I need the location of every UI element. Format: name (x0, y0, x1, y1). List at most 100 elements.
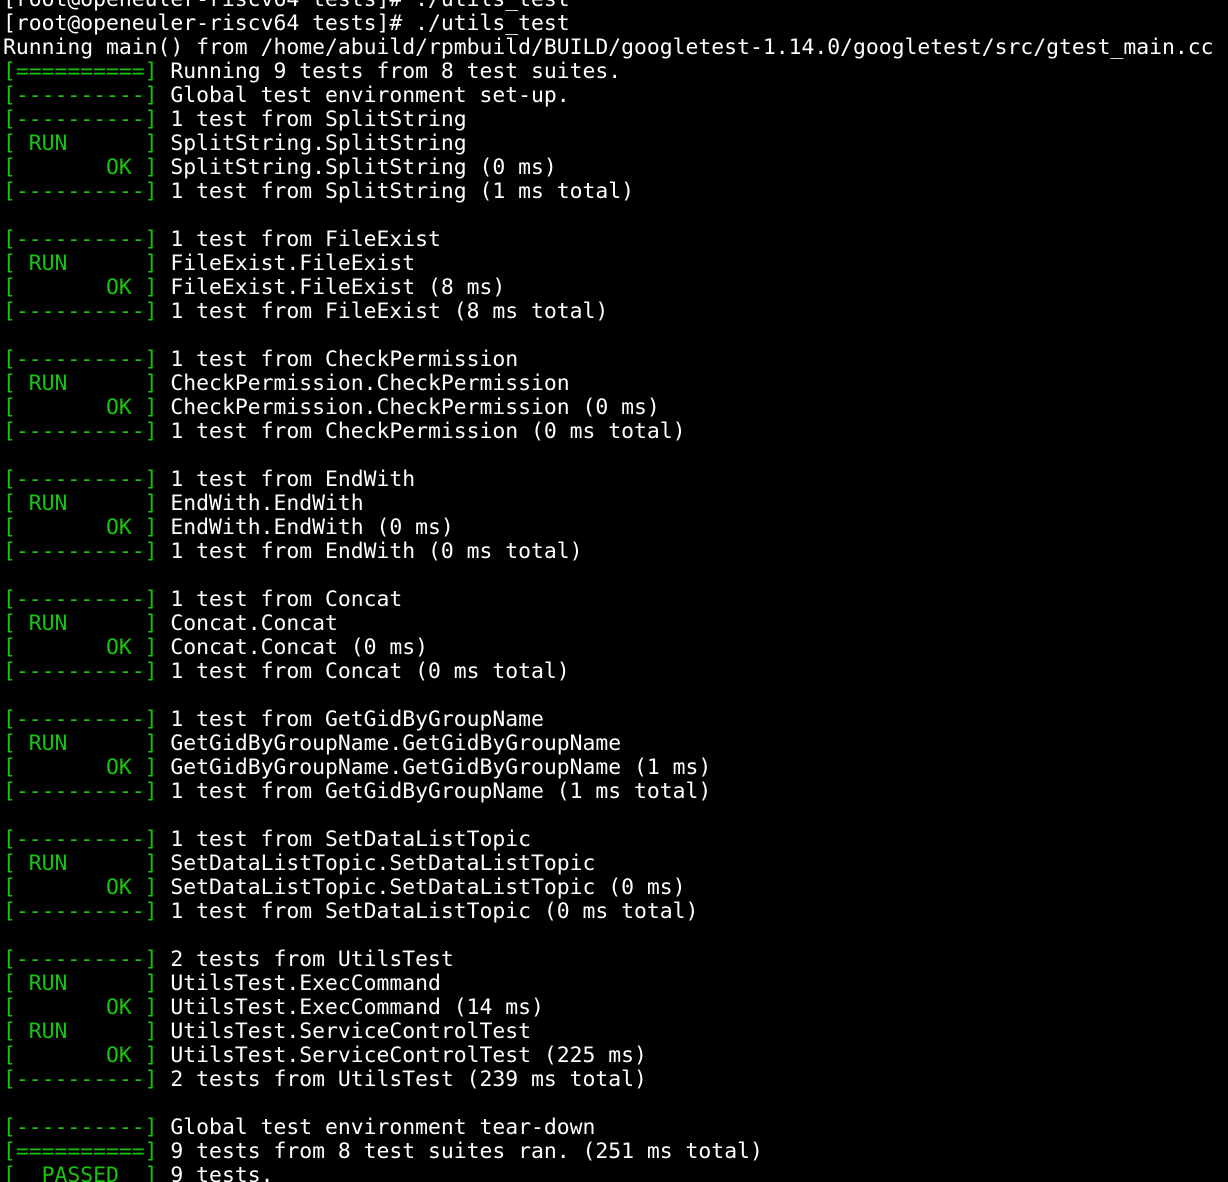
gtest-output-line: [----------] 2 tests from UtilsTest (3, 948, 1228, 972)
gtest-status-tag: [----------] (3, 108, 158, 132)
gtest-output-line: [----------] 1 test from EndWith (0 ms t… (3, 540, 1228, 564)
gtest-message: SetDataListTopic.SetDataListTopic (0 ms) (157, 876, 686, 900)
gtest-output-line: [----------] 1 test from FileExist (3, 228, 1228, 252)
gtest-output-line: [ RUN ] GetGidByGroupName.GetGidByGroupN… (3, 732, 1228, 756)
gtest-status-tag: [ RUN ] (3, 1020, 158, 1044)
gtest-status-tag: [==========] (3, 60, 158, 84)
gtest-output-line: [==========] 9 tests from 8 test suites … (3, 1140, 1228, 1164)
gtest-output-line: [ OK ] SplitString.SplitString (0 ms) (3, 156, 1228, 180)
gtest-output-line: [----------] 1 test from CheckPermission… (3, 420, 1228, 444)
gtest-message: FileExist.FileExist (8 ms) (157, 276, 506, 300)
gtest-output-line: [ PASSED ] 9 tests. (3, 1164, 1228, 1182)
gtest-output-line: [----------] 1 test from Concat (3, 588, 1228, 612)
gtest-message: GetGidByGroupName.GetGidByGroupName (157, 732, 622, 756)
gtest-message: 1 test from Concat (0 ms total) (157, 660, 570, 684)
gtest-output-line: [ RUN ] SetDataListTopic.SetDataListTopi… (3, 852, 1228, 876)
gtest-message: Global test environment tear-down (157, 1116, 596, 1140)
gtest-status-tag: [ RUN ] (3, 492, 158, 516)
gtest-message: FileExist.FileExist (157, 252, 416, 276)
gtest-status-tag: [ OK ] (3, 1044, 158, 1068)
gtest-status-tag: [----------] (3, 900, 158, 924)
gtest-output-line: [----------] 1 test from SplitString (1 … (3, 180, 1228, 204)
gtest-message: 1 test from SetDataListTopic (0 ms total… (157, 900, 699, 924)
gtest-status-tag: [----------] (3, 828, 158, 852)
gtest-message: UtilsTest.ServiceControlTest (225 ms) (157, 1044, 647, 1068)
gtest-status-tag: [ OK ] (3, 396, 158, 420)
gtest-status-tag: [ OK ] (3, 516, 158, 540)
gtest-message: 1 test from GetGidByGroupName (157, 708, 544, 732)
gtest-output-line: [ OK ] SetDataListTopic.SetDataListTopic… (3, 876, 1228, 900)
gtest-status-tag: [----------] (3, 468, 158, 492)
gtest-status-tag: [----------] (3, 420, 158, 444)
gtest-output-line: [ OK ] CheckPermission.CheckPermission (… (3, 396, 1228, 420)
running-main-line: Running main() from /home/abuild/rpmbuil… (3, 36, 1214, 60)
gtest-message: 1 test from SetDataListTopic (157, 828, 532, 852)
gtest-output-line: [ RUN ] UtilsTest.ExecCommand (3, 972, 1228, 996)
gtest-status-tag: [----------] (3, 660, 158, 684)
gtest-output-line: [----------] 1 test from SetDataListTopi… (3, 900, 1228, 924)
gtest-message: 1 test from EndWith (0 ms total) (157, 540, 583, 564)
gtest-output-line: [----------] 1 test from GetGidByGroupNa… (3, 708, 1228, 732)
gtest-status-tag: [----------] (3, 540, 158, 564)
gtest-status-tag: [----------] (3, 84, 158, 108)
gtest-output-line: [----------] 1 test from CheckPermission (3, 348, 1228, 372)
gtest-output-line: [----------] 1 test from EndWith (3, 468, 1228, 492)
gtest-output-line: [ RUN ] UtilsTest.ServiceControlTest (3, 1020, 1228, 1044)
gtest-status-tag: [----------] (3, 1068, 158, 1092)
gtest-status-tag: [ RUN ] (3, 852, 158, 876)
gtest-status-tag: [----------] (3, 780, 158, 804)
gtest-output-line: [----------] 1 test from GetGidByGroupNa… (3, 780, 1228, 804)
gtest-output-line: [ OK ] FileExist.FileExist (8 ms) (3, 276, 1228, 300)
terminal-window[interactable]: [root@openeuler-riscv64 tests]# ./utils_… (3, 0, 1228, 1182)
gtest-output-line: [ RUN ] SplitString.SplitString (3, 132, 1228, 156)
gtest-message: 1 test from SplitString (1 ms total) (157, 180, 635, 204)
gtest-message: UtilsTest.ServiceControlTest (157, 1020, 532, 1044)
gtest-status-tag: [----------] (3, 588, 158, 612)
gtest-output-line: [----------] 1 test from Concat (0 ms to… (3, 660, 1228, 684)
gtest-message: Running 9 tests from 8 test suites. (157, 60, 622, 84)
gtest-message: GetGidByGroupName.GetGidByGroupName (1 m… (157, 756, 712, 780)
test-output: [==========] Running 9 tests from 8 test… (3, 60, 1228, 1182)
gtest-message: Global test environment set-up. (157, 84, 570, 108)
gtest-message: SetDataListTopic.SetDataListTopic (157, 852, 596, 876)
gtest-message: EndWith.EndWith (157, 492, 364, 516)
gtest-status-tag: [ OK ] (3, 276, 158, 300)
gtest-message: 1 test from Concat (157, 588, 403, 612)
gtest-message: 1 test from SplitString (157, 108, 467, 132)
gtest-output-line: [ OK ] EndWith.EndWith (0 ms) (3, 516, 1228, 540)
gtest-message: CheckPermission.CheckPermission (157, 372, 570, 396)
gtest-output-line: [ OK ] UtilsTest.ServiceControlTest (225… (3, 1044, 1228, 1068)
gtest-message: 1 test from CheckPermission (157, 348, 519, 372)
gtest-status-tag: [ RUN ] (3, 372, 158, 396)
gtest-message: UtilsTest.ExecCommand (14 ms) (157, 996, 544, 1020)
gtest-status-tag: [ OK ] (3, 156, 158, 180)
gtest-status-tag: [----------] (3, 1116, 158, 1140)
gtest-message: 1 test from GetGidByGroupName (1 ms tota… (157, 780, 712, 804)
gtest-message: 2 tests from UtilsTest (239 ms total) (157, 1068, 647, 1092)
gtest-output-line: [----------] 1 test from FileExist (8 ms… (3, 300, 1228, 324)
gtest-status-tag: [ OK ] (3, 756, 158, 780)
gtest-status-tag: [----------] (3, 948, 158, 972)
gtest-message: 1 test from CheckPermission (0 ms total) (157, 420, 686, 444)
gtest-status-tag: [ OK ] (3, 636, 158, 660)
gtest-message: Concat.Concat (157, 612, 338, 636)
gtest-output-line: [ RUN ] FileExist.FileExist (3, 252, 1228, 276)
gtest-status-tag: [----------] (3, 300, 158, 324)
gtest-status-tag: [ RUN ] (3, 612, 158, 636)
gtest-message: 2 tests from UtilsTest (157, 948, 454, 972)
gtest-output-line: [ OK ] UtilsTest.ExecCommand (14 ms) (3, 996, 1228, 1020)
gtest-status-tag: [ RUN ] (3, 972, 158, 996)
gtest-status-tag: [ PASSED ] (3, 1164, 158, 1182)
gtest-status-tag: [ OK ] (3, 996, 158, 1020)
gtest-output-line: [==========] Running 9 tests from 8 test… (3, 60, 1228, 84)
gtest-status-tag: [ OK ] (3, 876, 158, 900)
gtest-output-line: [ OK ] GetGidByGroupName.GetGidByGroupNa… (3, 756, 1228, 780)
gtest-status-tag: [----------] (3, 180, 158, 204)
